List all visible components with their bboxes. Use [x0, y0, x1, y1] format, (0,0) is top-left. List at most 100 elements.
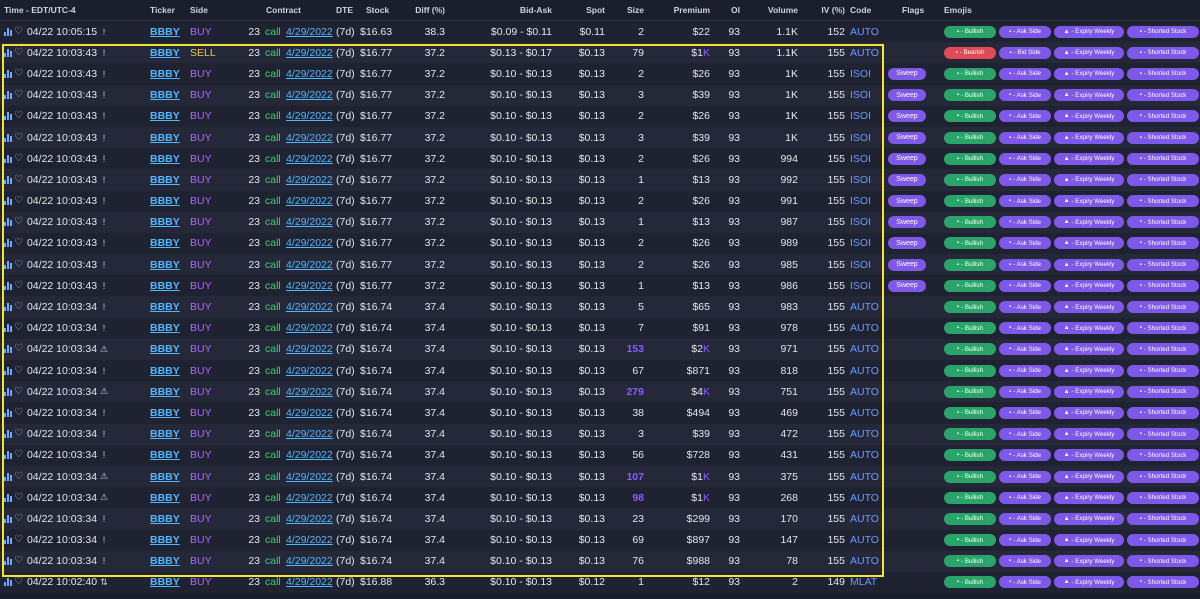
sweep-badge[interactable]: Sweep	[888, 173, 926, 186]
pill-bullish[interactable]: ▪ - Bullish	[944, 89, 996, 102]
expiry-link[interactable]: 4/29/2022	[286, 365, 333, 377]
sweep-badge[interactable]: Sweep	[888, 195, 926, 208]
pill-shorted-stock[interactable]: ▪ - Shorted Stock	[1127, 576, 1199, 589]
col-ticker[interactable]: Ticker	[150, 0, 186, 20]
pill-bullish[interactable]: ▪ - Bullish	[944, 576, 996, 589]
table-row[interactable]: ♡ 04/22 10:03:34! BBBY BUY 23 call 4/29/2022 (7…	[0, 423, 1200, 445]
pill-ask-side[interactable]: ▪ - Ask Side	[999, 428, 1051, 441]
table-row[interactable]: ♡ 04/22 10:03:43! BBBY BUY 23 call 4/29/2022 (7…	[0, 126, 1200, 149]
table-row[interactable]: ♡ 04/22 10:03:34! BBBY BUY 23 call 4/29/2022 (7…	[0, 402, 1200, 424]
expiry-link[interactable]: 4/29/2022	[286, 68, 333, 80]
chart-icon[interactable]	[4, 260, 12, 269]
pill-shorted-stock[interactable]: ▪ - Shorted Stock	[1127, 237, 1199, 250]
pill-bearish[interactable]: ▪ - Bearish	[944, 46, 996, 59]
chart-icon[interactable]	[4, 472, 12, 481]
chart-icon[interactable]	[4, 133, 12, 142]
table-row[interactable]: ♡ 04/22 10:03:34 ⚠ BBBY BUY 23 call 4/29/2022 (7…	[0, 465, 1200, 488]
expiry-link[interactable]: 4/29/2022	[286, 259, 333, 271]
heart-icon[interactable]: ♡	[14, 535, 23, 545]
ticker-link[interactable]: BBBY	[150, 280, 180, 292]
pill-shorted-stock[interactable]: ▪ - Shorted Stock	[1127, 152, 1199, 165]
pill-ask-side[interactable]: ▪ - Ask Side	[999, 258, 1051, 271]
col-flags[interactable]: Flags	[902, 0, 924, 20]
pill-expiry-weekly[interactable]: ▲ - Expiry Weekly	[1054, 449, 1124, 462]
sweep-badge[interactable]: Sweep	[888, 110, 926, 123]
expiry-link[interactable]: 4/29/2022	[286, 513, 333, 525]
col-side[interactable]: Side	[190, 0, 226, 20]
col-premium[interactable]: Premium	[660, 0, 710, 20]
col-stock[interactable]: Stock	[366, 0, 394, 20]
pill-expiry-weekly[interactable]: ▲ - Expiry Weekly	[1054, 216, 1124, 229]
ticker-link[interactable]: BBBY	[150, 237, 180, 249]
col-spot[interactable]: Spot	[575, 0, 605, 20]
ticker-link[interactable]: BBBY	[150, 68, 180, 80]
chart-icon[interactable]	[4, 281, 12, 290]
heart-icon[interactable]: ♡	[14, 280, 23, 291]
pill-shorted-stock[interactable]: ▪ - Shorted Stock	[1127, 25, 1199, 38]
ticker-link[interactable]: BBBY	[150, 89, 180, 101]
chart-icon[interactable]	[4, 91, 12, 100]
expiry-link[interactable]: 4/29/2022	[286, 280, 333, 292]
sweep-badge[interactable]: Sweep	[888, 131, 926, 144]
col-volume[interactable]: Volume	[752, 0, 798, 20]
table-row[interactable]: ♡ 04/22 10:03:34! BBBY BUY 23 call 4/29/2022 (7…	[0, 508, 1200, 530]
heart-icon[interactable]: ♡	[14, 471, 23, 482]
pill-expiry-weekly[interactable]: ▲ - Expiry Weekly	[1054, 110, 1124, 123]
pill-shorted-stock[interactable]: ▪ - Shorted Stock	[1127, 301, 1199, 314]
heart-icon[interactable]: ♡	[14, 238, 23, 248]
col-contract[interactable]: Contract	[266, 0, 306, 20]
pill-bullish[interactable]: ▪ - Bullish	[944, 258, 996, 271]
pill-ask-side[interactable]: ▪ - Ask Side	[999, 470, 1051, 483]
pill-bullish[interactable]: ▪ - Bullish	[944, 110, 996, 123]
ticker-link[interactable]: BBBY	[150, 216, 180, 228]
col-size[interactable]: Size	[610, 0, 644, 20]
expiry-link[interactable]: 4/29/2022	[286, 216, 333, 228]
pill-expiry-weekly[interactable]: ▲ - Expiry Weekly	[1054, 131, 1124, 144]
table-row[interactable]: ♡ 04/22 10:05:15! BBBY BUY 23 call 4/29/2022 (7…	[0, 21, 1200, 43]
col-time[interactable]: Time - EDT/UTC-4	[4, 0, 100, 20]
ticker-link[interactable]: BBBY	[150, 492, 180, 504]
pill-shorted-stock[interactable]: ▪ - Shorted Stock	[1127, 322, 1199, 335]
table-row[interactable]: ♡ 04/22 10:03:34 ⚠ BBBY BUY 23 call 4/29/2022 (7…	[0, 487, 1200, 509]
pill-shorted-stock[interactable]: ▪ - Shorted Stock	[1127, 279, 1199, 292]
pill-bullish[interactable]: ▪ - Bullish	[944, 301, 996, 314]
ticker-link[interactable]: BBBY	[150, 26, 180, 38]
pill-shorted-stock[interactable]: ▪ - Shorted Stock	[1127, 258, 1199, 271]
table-row[interactable]: ♡ 04/22 10:03:43! BBBY BUY 23 call 4/29/2022 (7…	[0, 232, 1200, 255]
pill-ask-side[interactable]: ▪ - Ask Side	[999, 237, 1051, 250]
pill-shorted-stock[interactable]: ▪ - Shorted Stock	[1127, 216, 1199, 229]
expiry-link[interactable]: 4/29/2022	[286, 322, 333, 334]
chart-icon[interactable]	[4, 557, 12, 566]
expiry-link[interactable]: 4/29/2022	[286, 301, 333, 313]
expiry-link[interactable]: 4/29/2022	[286, 492, 333, 504]
chart-icon[interactable]	[4, 536, 12, 545]
pill-bid-side[interactable]: ▪ - Bid Side	[999, 46, 1051, 59]
pill-ask-side[interactable]: ▪ - Ask Side	[999, 512, 1051, 525]
ticker-link[interactable]: BBBY	[150, 259, 180, 271]
heart-icon[interactable]: ♡	[14, 365, 23, 376]
ticker-link[interactable]: BBBY	[150, 407, 180, 419]
table-row[interactable]: ♡ 04/22 10:03:43! BBBY BUY 23 call 4/29/2022 (7…	[0, 211, 1200, 233]
pill-shorted-stock[interactable]: ▪ - Shorted Stock	[1127, 449, 1199, 462]
pill-expiry-weekly[interactable]: ▲ - Expiry Weekly	[1054, 385, 1124, 398]
pill-ask-side[interactable]: ▪ - Ask Side	[999, 322, 1051, 335]
ticker-link[interactable]: BBBY	[150, 534, 180, 546]
ticker-link[interactable]: BBBY	[150, 365, 180, 377]
ticker-link[interactable]: BBBY	[150, 576, 180, 588]
pill-shorted-stock[interactable]: ▪ - Shorted Stock	[1127, 110, 1199, 123]
pill-bullish[interactable]: ▪ - Bullish	[944, 67, 996, 80]
sweep-badge[interactable]: Sweep	[888, 279, 926, 292]
pill-bullish[interactable]: ▪ - Bullish	[944, 216, 996, 229]
pill-expiry-weekly[interactable]: ▲ - Expiry Weekly	[1054, 491, 1124, 504]
pill-bullish[interactable]: ▪ - Bullish	[944, 152, 996, 165]
pill-expiry-weekly[interactable]: ▲ - Expiry Weekly	[1054, 25, 1124, 38]
pill-bullish[interactable]: ▪ - Bullish	[944, 555, 996, 568]
expiry-link[interactable]: 4/29/2022	[286, 47, 333, 59]
heart-icon[interactable]: ♡	[14, 174, 23, 185]
heart-icon[interactable]: ♡	[14, 407, 23, 418]
pill-ask-side[interactable]: ▪ - Ask Side	[999, 131, 1051, 144]
pill-bullish[interactable]: ▪ - Bullish	[944, 25, 996, 38]
col-emojis[interactable]: Emojis	[944, 0, 972, 20]
chart-icon[interactable]	[4, 48, 12, 57]
expiry-link[interactable]: 4/29/2022	[286, 237, 333, 249]
